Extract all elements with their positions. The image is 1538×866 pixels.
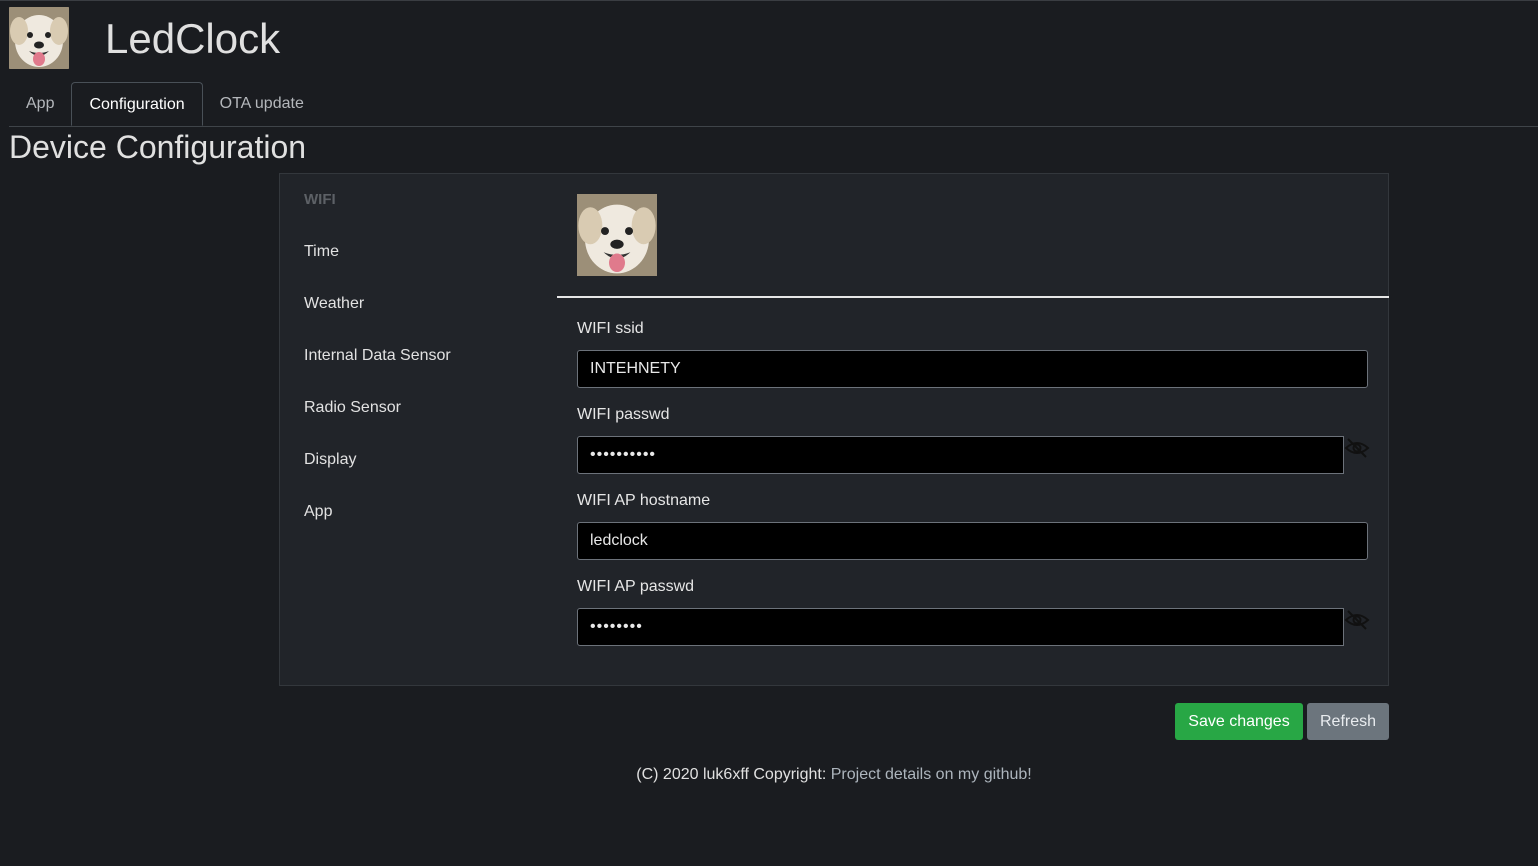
wifi-ap-hostname-input[interactable]: [577, 522, 1368, 560]
top-border: [0, 0, 1538, 1]
wifi-passwd-input[interactable]: [577, 436, 1344, 474]
tab-configuration[interactable]: Configuration: [71, 82, 203, 126]
wifi-ssid-input[interactable]: [577, 350, 1368, 388]
wifi-ssid-label: WIFI ssid: [577, 320, 644, 337]
app-title: LedClock: [105, 15, 281, 62]
tab-app[interactable]: App: [9, 82, 71, 126]
tab-ota-update[interactable]: OTA update: [203, 82, 321, 126]
dog-panel-image: [577, 194, 657, 276]
eye-slash-icon[interactable]: [1344, 608, 1370, 632]
eye-slash-icon[interactable]: [1344, 436, 1370, 460]
footer-copyright: (C) 2020 luk6xff Copyright:: [636, 766, 831, 783]
save-changes-button[interactable]: Save changes: [1175, 703, 1303, 740]
sidebar-item-weather[interactable]: Weather: [304, 278, 554, 330]
wifi-passwd-label: WIFI passwd: [577, 406, 670, 423]
wifi-form: WIFI ssid WIFI passwd WIFI AP hostname W…: [577, 314, 1370, 658]
wifi-ap-hostname-label: WIFI AP hostname: [577, 492, 711, 509]
sidebar-item-time[interactable]: Time: [304, 226, 554, 278]
wifi-ap-passwd-input[interactable]: [577, 608, 1344, 646]
page-title: Device Configuration: [9, 129, 307, 165]
sidebar-item-radio-sensor[interactable]: Radio Sensor: [304, 382, 554, 434]
sidebar-item-wifi: WIFI: [304, 191, 336, 208]
github-link[interactable]: Project details on my github!: [831, 766, 1032, 783]
dog-logo-image: [9, 7, 69, 69]
panel-header: [557, 174, 1389, 298]
sidebar-item-display[interactable]: Display: [304, 434, 554, 486]
sidebar-item-app[interactable]: App: [304, 486, 554, 538]
config-card: WIFI Time Weather Internal Data Sensor R…: [279, 173, 1389, 686]
wifi-ap-passwd-label: WIFI AP passwd: [577, 578, 695, 595]
config-sidebar: WIFI Time Weather Internal Data Sensor R…: [304, 174, 554, 538]
sidebar-item-internal-data-sensor[interactable]: Internal Data Sensor: [304, 330, 554, 382]
main-tabs: App Configuration OTA update: [9, 82, 321, 126]
refresh-button[interactable]: Refresh: [1307, 703, 1389, 740]
footer: (C) 2020 luk6xff Copyright: Project deta…: [0, 766, 1538, 784]
